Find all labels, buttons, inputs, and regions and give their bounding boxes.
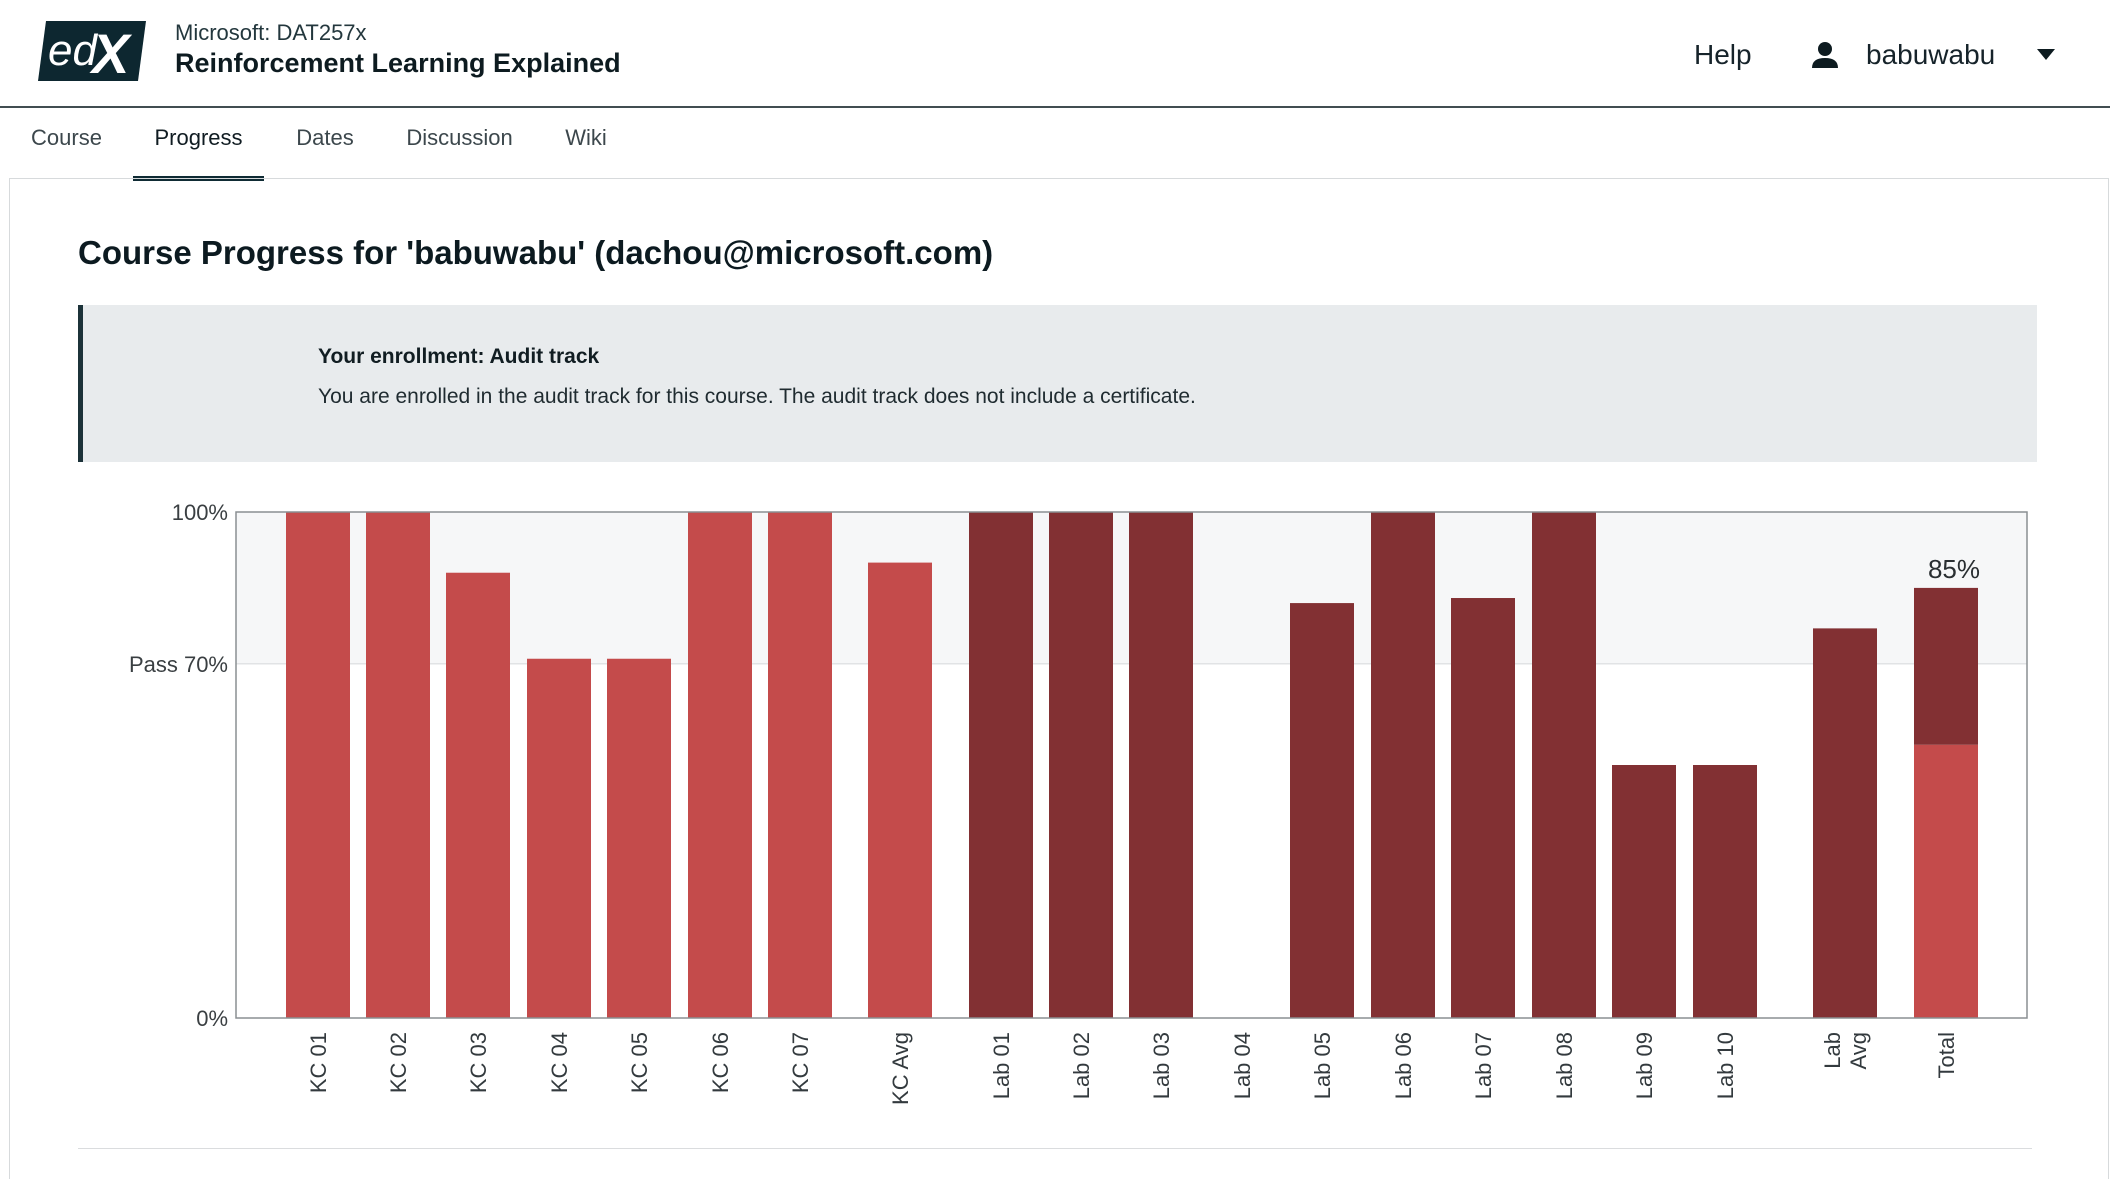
- bar-kc-avg[interactable]: [868, 562, 932, 1018]
- x-tick-lab-10: Lab 10: [1713, 1032, 1738, 1099]
- bar-kc-02[interactable]: [366, 512, 430, 1018]
- x-tick-kc-05: KC 05: [627, 1032, 652, 1093]
- x-tick-total: Total: [1934, 1032, 1959, 1078]
- x-tick-lab-avg-line1: Lab: [1820, 1032, 1845, 1069]
- x-tick-kc-07: KC 07: [788, 1032, 813, 1093]
- y-tick-100: 100%: [172, 500, 228, 525]
- bar-lab-avg[interactable]: [1813, 628, 1877, 1018]
- bar-lab-01[interactable]: [969, 512, 1033, 1018]
- y-tick-0: 0%: [196, 1006, 228, 1031]
- bar-total-lab-segment[interactable]: [1914, 587, 1978, 745]
- bar-kc-03[interactable]: [446, 572, 510, 1018]
- x-tick-kc-02: KC 02: [386, 1032, 411, 1093]
- x-tick-kc-03: KC 03: [466, 1032, 491, 1093]
- bar-kc-05[interactable]: [607, 658, 671, 1018]
- x-tick-lab-01: Lab 01: [989, 1032, 1014, 1099]
- x-tick-kc-avg: KC Avg: [888, 1032, 913, 1105]
- bar-kc-01[interactable]: [286, 512, 350, 1018]
- bar-lab-09[interactable]: [1612, 765, 1676, 1018]
- progress-chart: 100% Pass 70% 0% 85% KC 01 KC 02 KC 03 KC 0…: [129, 500, 2028, 1105]
- bar-kc-07[interactable]: [768, 512, 832, 1018]
- x-tick-lab-04: Lab 04: [1230, 1032, 1255, 1099]
- bar-lab-02[interactable]: [1049, 512, 1113, 1018]
- bar-lab-03[interactable]: [1129, 512, 1193, 1018]
- bar-lab-05[interactable]: [1290, 603, 1354, 1018]
- x-tick-kc-06: KC 06: [708, 1032, 733, 1093]
- bar-lab-07[interactable]: [1451, 598, 1515, 1018]
- bar-lab-06[interactable]: [1371, 512, 1435, 1018]
- bar-total-kc-segment[interactable]: [1914, 744, 1978, 1018]
- y-tick-pass: Pass 70%: [129, 652, 228, 677]
- x-tick-lab-02: Lab 02: [1069, 1032, 1094, 1099]
- x-tick-labels: KC 01 KC 02 KC 03 KC 04 KC 05 KC 06 KC 07 KC Av…: [306, 1032, 1959, 1105]
- x-tick-lab-03: Lab 03: [1149, 1032, 1174, 1099]
- x-tick-lab-avg-line2: Avg: [1846, 1032, 1871, 1070]
- bar-kc-06[interactable]: [688, 512, 752, 1018]
- x-tick-lab-07: Lab 07: [1471, 1032, 1496, 1099]
- x-tick-lab-05: Lab 05: [1310, 1032, 1335, 1099]
- bar-kc-04[interactable]: [527, 658, 591, 1018]
- x-tick-lab-06: Lab 06: [1391, 1032, 1416, 1099]
- x-tick-kc-04: KC 04: [547, 1032, 572, 1093]
- divider: [78, 1148, 2032, 1149]
- bar-lab-08[interactable]: [1532, 512, 1596, 1018]
- x-tick-kc-01: KC 01: [306, 1032, 331, 1093]
- x-tick-lab-09: Lab 09: [1632, 1032, 1657, 1099]
- total-value-label: 85%: [1928, 554, 1980, 584]
- bar-lab-10[interactable]: [1693, 765, 1757, 1018]
- x-tick-lab-08: Lab 08: [1552, 1032, 1577, 1099]
